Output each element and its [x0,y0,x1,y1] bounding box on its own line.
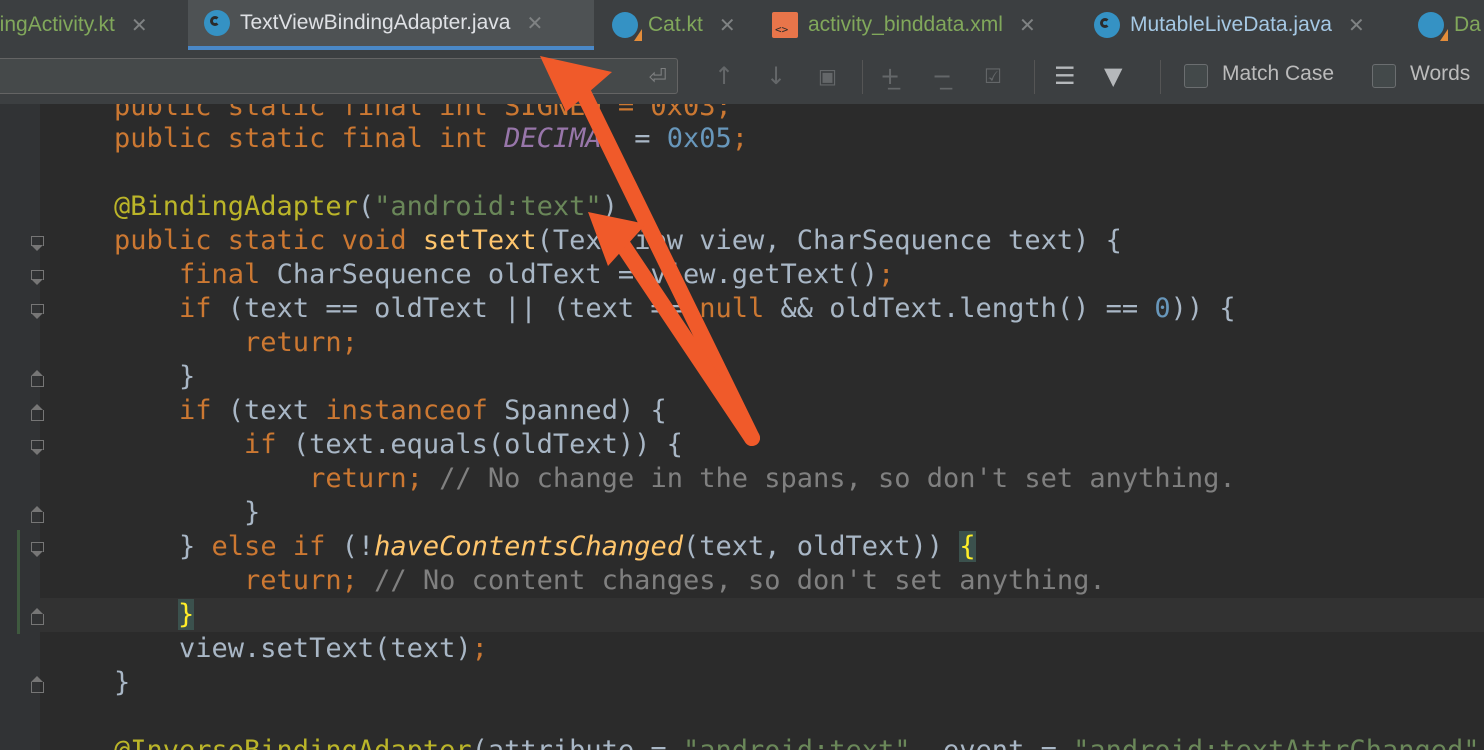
code-line: if (text == oldText || (text == null && … [114,293,1236,324]
kotlin-class-icon [1418,12,1448,41]
vcs-change-marker [17,530,20,634]
toolbar-divider [862,60,863,94]
remove-occurrence-icon[interactable]: −̲ [932,62,952,90]
tab-label: Cat.kt [648,13,703,36]
code-line: } [178,598,195,632]
kotlin-class-icon [612,12,642,41]
close-icon[interactable]: ✕ [526,11,543,35]
words-checkbox[interactable] [1372,64,1396,88]
tab-data-overflow[interactable]: Da [1418,0,1484,50]
tab-cat-kt[interactable]: Cat.kt ✕ [596,0,778,50]
code-line: } else if (!haveContentsChanged(text, ol… [114,531,976,562]
code-editor[interactable]: public static final int SIGNED = 0x03; p… [0,104,1484,750]
tab-label: Da [1454,13,1481,36]
select-occurrence-icon[interactable]: ☑ [984,62,1002,90]
code-line: return; // No change in the spans, so do… [114,463,1236,494]
code-line: } [114,667,131,698]
fold-marker-icon[interactable] [28,302,46,320]
code-line: } [114,497,261,528]
code-line: return; [114,327,358,358]
fold-marker-icon[interactable] [28,438,46,456]
editor-tab-bar: dingActivity.kt ✕ TextViewBindingAdapter… [0,0,1484,51]
toolbar-divider [1034,60,1035,94]
close-icon[interactable]: ✕ [1348,13,1365,37]
filter-icon[interactable]: ▼ [1104,62,1122,90]
previous-occurrence-icon[interactable]: ↑ [714,62,734,90]
code-line: public static void setText(TextView view… [114,225,1122,256]
toolbar-divider [1160,60,1161,94]
tab-label: TextViewBindingAdapter.java [240,11,511,34]
close-icon[interactable]: ✕ [1019,13,1036,37]
fold-marker-icon[interactable] [28,506,46,524]
matched-brace: { [959,531,976,562]
enter-icon[interactable]: ⏎ [649,65,667,90]
code-line: @InverseBindingAdapter(attribute = "andr… [114,734,1484,750]
fold-marker-icon[interactable] [28,404,46,422]
java-class-icon [204,10,230,36]
tab-label: dingActivity.kt [0,13,115,36]
java-class-icon [1094,12,1120,38]
code-line: final CharSequence oldText = view.getTex… [114,259,895,290]
match-case-checkbox[interactable] [1184,64,1208,88]
code-line: @BindingAdapter("android:text") [114,191,618,222]
words-label: Words [1410,62,1471,85]
code-line: public static final int SIGNED = 0x03; [114,104,732,122]
tab-mutable-live-data[interactable]: MutableLiveData.java ✕ [1094,0,1404,50]
tab-activity-binddata-xml[interactable]: activity_binddata.xml ✕ [772,0,1076,50]
code-line: view.setText(text); [114,633,488,664]
matched-brace: } [178,599,195,630]
fold-marker-icon[interactable] [28,608,46,626]
fold-marker-icon[interactable] [28,676,46,694]
editor-gutter [0,104,40,750]
close-icon[interactable]: ✕ [719,13,736,37]
current-line-highlight [40,598,1484,632]
tab-binding-activity[interactable]: dingActivity.kt ✕ [0,0,188,50]
tab-textview-binding-adapter[interactable]: TextViewBindingAdapter.java ✕ [188,0,594,50]
code-line: if (text.equals(oldText)) { [114,429,683,460]
select-all-occurrences-icon[interactable]: ▣ [818,62,837,90]
tab-label: MutableLiveData.java [1130,13,1332,36]
code-line: if (text instanceof Spanned) { [114,395,667,426]
next-occurrence-icon[interactable]: ↓ [766,62,786,90]
close-icon[interactable]: ✕ [131,13,148,37]
match-case-label: Match Case [1222,62,1335,85]
add-occurrence-icon[interactable]: +̲ [880,62,900,90]
fold-marker-icon[interactable] [28,268,46,286]
code-line: return; // No content changes, so don't … [114,565,1106,596]
fold-marker-icon[interactable] [28,540,46,558]
fold-marker-icon[interactable] [28,370,46,388]
tab-label: activity_binddata.xml [808,13,1003,36]
code-line: public static final int DECIMAL = 0x05; [114,123,749,154]
search-input[interactable]: ⏎ [0,58,678,94]
xml-file-icon [772,12,798,38]
code-line: } [114,361,196,392]
fold-marker-icon[interactable] [28,234,46,252]
filter-list-icon[interactable]: ☰ [1054,62,1076,90]
